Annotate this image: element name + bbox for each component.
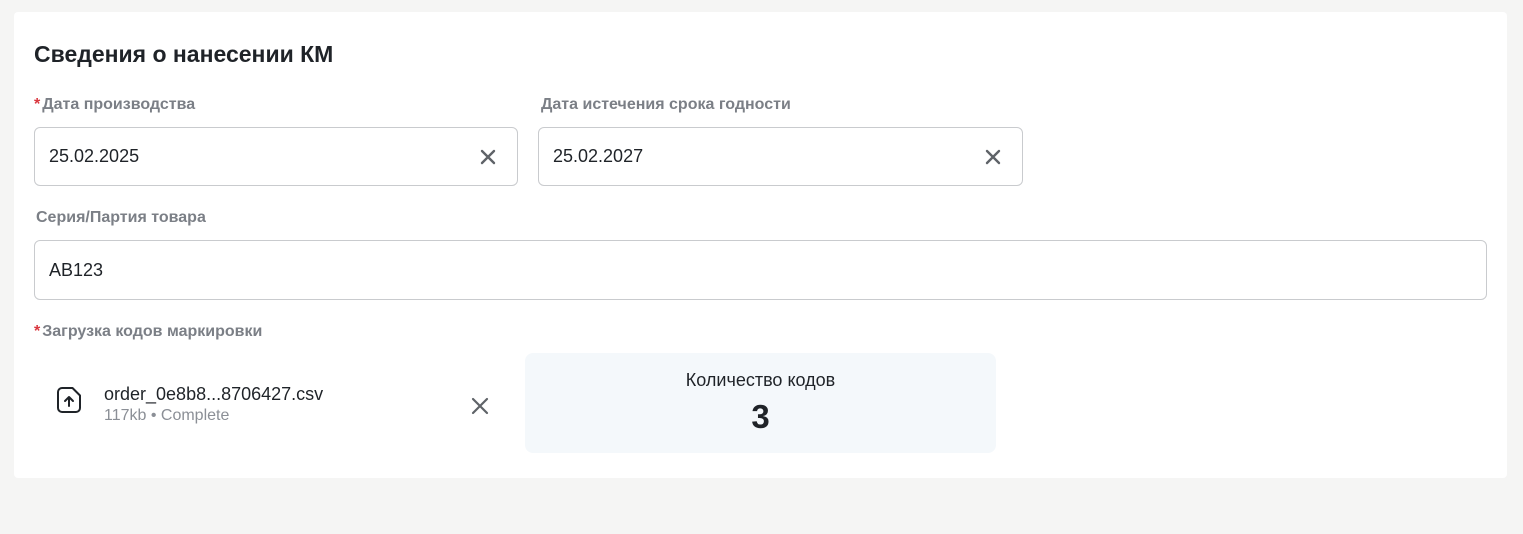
required-mark: * [34,323,41,340]
required-mark: * [34,96,41,113]
batch-input[interactable]: AB123 [34,240,1487,300]
expiry-date-label: Дата истечения срока годности [541,96,791,113]
production-date-value: 25.02.2025 [49,146,140,166]
file-name: order_0e8b8...8706427.csv [104,384,324,404]
codes-count-box: Количество кодов 3 [525,353,996,453]
file-meta: 117kb • Complete [104,407,230,424]
production-date-label-text: Дата производства [42,96,196,113]
codes-upload-label: * Загрузка кодов маркировки [34,322,262,342]
clear-expiry-date-icon[interactable] [984,148,1002,166]
marking-info-card: Сведения о нанесении КМ * Дата производст… [14,12,1507,478]
codes-count-value: 3 [751,398,770,435]
file-upload-icon [57,387,81,413]
batch-value: AB123 [49,259,104,280]
batch-label: Серия/Партия товара [36,209,206,226]
production-date-label: * Дата производства [34,95,195,115]
section-title: Сведения о нанесении КМ [34,41,334,67]
codes-upload-label-text: Загрузка кодов маркировки [42,323,263,340]
expiry-date-input[interactable]: 25.02.2027 [538,127,1023,186]
expiry-date-value: 25.02.2027 [553,146,644,166]
codes-count-label: Количество кодов [685,370,836,390]
remove-file-icon[interactable] [470,396,490,416]
uploaded-file-item: order_0e8b8...8706427.csv 117kb • Comple… [34,354,504,454]
clear-production-date-icon[interactable] [479,148,497,166]
production-date-input[interactable]: 25.02.2025 [34,127,518,186]
